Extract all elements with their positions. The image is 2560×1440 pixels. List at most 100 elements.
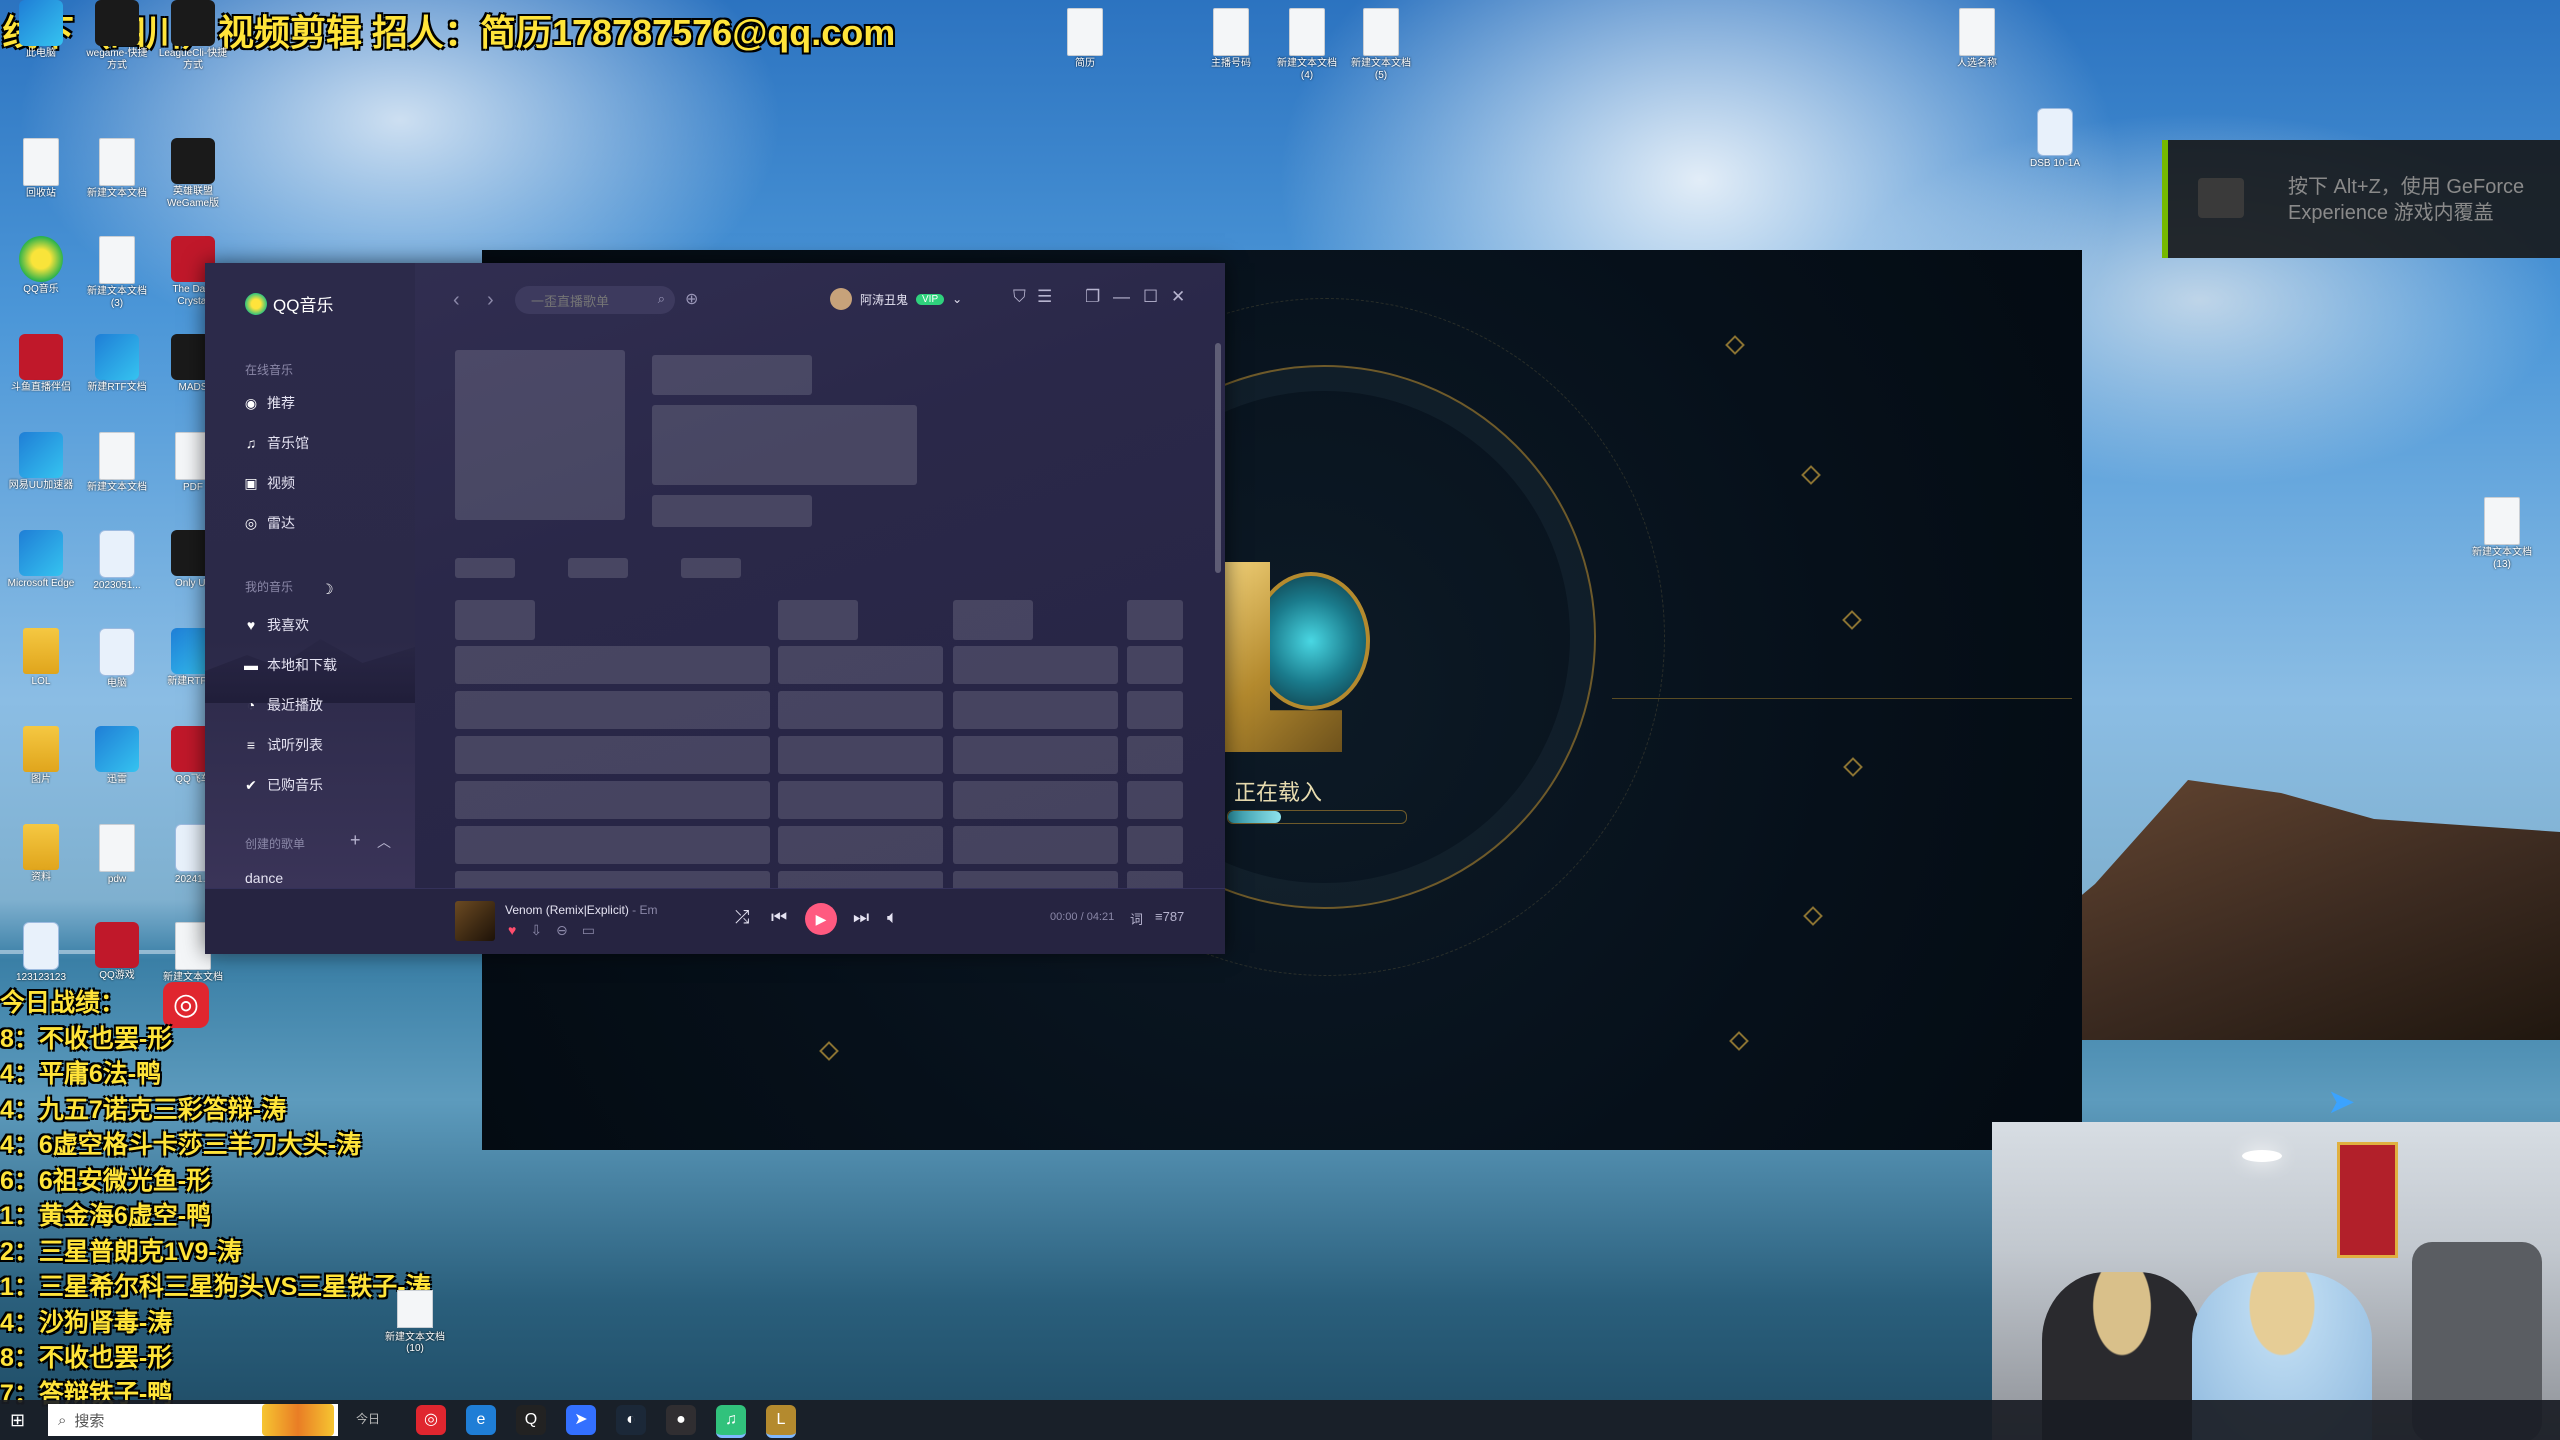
sidebar-item-heart[interactable]: ♥ 我喜欢	[243, 615, 309, 635]
desktop-icon[interactable]: 123123123	[6, 922, 76, 984]
desktop-icon[interactable]: 电脑	[82, 628, 152, 690]
sidebar-item-music-hall[interactable]: ♫ 音乐馆	[243, 433, 309, 453]
netease-music-taskbar-icon[interactable]: ◎	[416, 1405, 446, 1435]
desktop-icon[interactable]: LOL	[6, 628, 76, 688]
shuffle-icon[interactable]: ⤮	[735, 907, 749, 928]
desktop-icon[interactable]: 新建文本文档	[82, 432, 152, 494]
sidebar-item-purchased[interactable]: ✔ 已购音乐	[243, 775, 323, 795]
desktop-icon-label: 新建文本文档(13)	[2472, 547, 2532, 570]
lol-loading-bar	[1227, 810, 1407, 824]
skeleton-row-cell	[778, 736, 943, 774]
qqmusic-taskbar-icon[interactable]: ♫	[716, 1405, 746, 1438]
lyric-toggle[interactable]: 词	[1130, 909, 1143, 928]
taskbar-widget-label[interactable]: 今日	[356, 1410, 380, 1427]
sidebar-item-recommend[interactable]: ◉ 推荐	[243, 393, 295, 413]
username[interactable]: 阿涛丑鬼	[860, 291, 908, 308]
download-icon[interactable]: ⇩	[530, 922, 542, 939]
desktop-icon[interactable]: 新建文本文档(4)	[1272, 8, 1342, 82]
next-icon[interactable]: ⏭	[853, 907, 869, 928]
desktop-icon-label: DSB 10-1A	[2029, 158, 2081, 169]
dislike-icon[interactable]: ⊖	[556, 922, 568, 939]
collapse-icon[interactable]: ︿	[377, 832, 391, 852]
avatar[interactable]	[830, 288, 852, 310]
qqmusic-window[interactable]: ☽ QQ音乐 在线音乐 ◉ 推荐 ♫ 音乐馆 ▣ 视频 ◎ 雷达 我的音乐 ♥ 我喜欢 ▬ 本地和下…	[205, 263, 1225, 954]
sidebar-item-recent[interactable]: ◔ 最近播放	[243, 695, 323, 715]
windows-start-icon[interactable]: ⊞	[10, 1410, 32, 1432]
menu-icon[interactable]: ☰	[1037, 287, 1052, 307]
section-my-music: 我的音乐	[245, 580, 294, 594]
desktop-icon[interactable]: DSB 10-1A	[2020, 108, 2090, 170]
content-scrollbar[interactable]	[1215, 343, 1221, 573]
now-playing-cover[interactable]	[455, 901, 495, 941]
obs-taskbar-icon[interactable]: ●	[666, 1405, 696, 1435]
skin-icon[interactable]: ⛉	[1013, 287, 1026, 307]
desktop-icon-text-doc[interactable]: 新建文本文档(10)	[380, 1290, 450, 1354]
add-playlist-icon[interactable]: +	[350, 830, 361, 851]
queue-count[interactable]: ≡787	[1155, 909, 1184, 924]
desktop-icon[interactable]: 资料	[6, 824, 76, 884]
desktop-icon[interactable]: 新建文本文档(5)	[1346, 8, 1416, 82]
desktop-icon[interactable]: 2023051...	[82, 530, 152, 592]
desktop-icon-label: 123123123	[15, 972, 67, 983]
qqmusic-logo-icon	[245, 292, 267, 315]
desktop-icon[interactable]: QQ游戏	[82, 922, 152, 982]
close-icon[interactable]: ✕	[1171, 287, 1185, 307]
playlist-item[interactable]: dance	[245, 870, 283, 886]
volume-icon[interactable]: 🔈︎	[887, 907, 898, 928]
lol-decor-gem	[819, 1041, 839, 1061]
sidebar-item-label: 雷达	[267, 515, 295, 531]
desktop-icon[interactable]: 迅雷	[82, 726, 152, 786]
desktop-icon[interactable]: 新建文本文档(13)	[2467, 497, 2537, 571]
comment-icon[interactable]: ▭	[582, 922, 595, 939]
lol-decor-gem	[1801, 465, 1821, 485]
previous-icon[interactable]: ⏮	[771, 907, 787, 928]
edge-taskbar-icon[interactable]: e	[466, 1405, 496, 1435]
desktop-icon[interactable]: wegame-快捷方式	[82, 0, 152, 72]
desktop-icon[interactable]: 回收站	[6, 138, 76, 200]
like-heart-icon[interactable]: ♥	[508, 922, 516, 939]
desktop-icon-label: 迅雷	[107, 774, 127, 785]
desktop-icon[interactable]: 图片	[6, 726, 76, 786]
desktop-icon[interactable]: 新建文本文档(3)	[82, 236, 152, 310]
feishu-float-icon[interactable]: ➤	[2327, 1082, 2356, 1122]
feishu-taskbar-icon[interactable]: ➤	[566, 1405, 596, 1435]
mini-mode-icon[interactable]: ❐	[1085, 287, 1100, 307]
user-profile[interactable]: 阿涛丑鬼 VIP ⌄	[830, 288, 962, 310]
maximize-icon[interactable]: ☐	[1143, 287, 1158, 307]
desktop-icon[interactable]: 新建RTF文档	[82, 334, 152, 394]
sidebar-item-trial-list[interactable]: ≡ 试听列表	[243, 735, 323, 755]
sidebar-item-local-download[interactable]: ▬ 本地和下载	[243, 655, 337, 675]
desktop-icon[interactable]: 斗鱼直播伴侣	[6, 334, 76, 394]
sidebar-item-video[interactable]: ▣ 视频	[243, 473, 295, 493]
back-arrow-icon[interactable]: ‹	[453, 289, 460, 312]
desktop-icon[interactable]: QQ音乐	[6, 236, 76, 296]
desktop-icon[interactable]: LeagueCli-快捷方式	[158, 0, 228, 72]
now-playing-title[interactable]: Venom (Remix|Explicit) - Em	[505, 903, 658, 917]
forward-arrow-icon[interactable]: ›	[487, 289, 494, 312]
minimize-icon[interactable]: —	[1113, 287, 1130, 307]
desktop-icon[interactable]: 主播号码	[1196, 8, 1266, 70]
desktop-icon[interactable]: pdw	[82, 824, 152, 886]
desktop-icon[interactable]: Microsoft Edge	[6, 530, 76, 590]
desktop-icon[interactable]: 简历	[1050, 8, 1120, 70]
desktop-icon[interactable]: 人选名称	[1942, 8, 2012, 70]
search-icon[interactable]: ⌕	[658, 291, 665, 307]
desktop-icon[interactable]: 英雄联盟WeGame版	[158, 138, 228, 210]
play-button[interactable]: ▶	[805, 903, 837, 935]
qqmusic-search-box[interactable]: ⌕	[515, 286, 675, 314]
voice-search-icon[interactable]: ⊕	[685, 289, 698, 309]
chevron-down-icon[interactable]: ⌄	[952, 292, 962, 306]
lol-taskbar-icon[interactable]: L	[766, 1405, 796, 1438]
qqmusic-search-input[interactable]	[529, 290, 648, 312]
desktop-icon[interactable]: 网易UU加速器	[6, 432, 76, 492]
desktop-icon[interactable]: 新建文本文档	[82, 138, 152, 200]
skeleton-row-cell	[455, 691, 770, 729]
skeleton-row-cell	[778, 781, 943, 819]
sidebar-item-radar[interactable]: ◎ 雷达	[243, 513, 295, 533]
skeleton-row-cell	[1127, 826, 1183, 864]
steam-taskbar-icon[interactable]: ◐	[616, 1405, 646, 1435]
music-hall-icon: ♫	[245, 435, 257, 451]
qq-taskbar-icon[interactable]: Q	[516, 1405, 546, 1435]
skeleton-tab	[455, 558, 515, 578]
desktop-icon[interactable]: 此电脑	[6, 0, 76, 60]
